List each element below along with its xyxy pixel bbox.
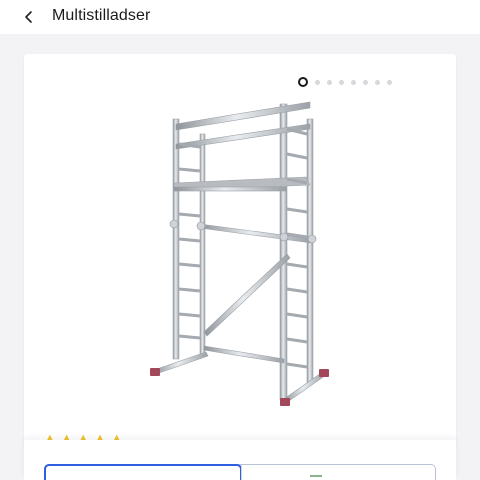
product-card: ▲ ▲ ▲ ▲ ▲	[24, 54, 456, 448]
app-screen: Multistilladser ▲ ▲ ▲ ▲ ▲	[0, 0, 480, 480]
ladder-rungs	[178, 127, 308, 369]
variant-selector	[44, 464, 436, 480]
product-image[interactable]	[134, 74, 354, 422]
back-button[interactable]	[18, 6, 40, 28]
carousel-dot[interactable]	[375, 79, 380, 85]
carousel-dot[interactable]	[387, 79, 392, 85]
variant-option-1[interactable]	[44, 464, 242, 480]
top-bar: Multistilladser	[0, 0, 480, 34]
carousel-dot[interactable]	[363, 79, 368, 85]
scaffold-frame	[153, 101, 327, 404]
page-title: Multistilladser	[52, 7, 151, 24]
variant-option-2[interactable]	[240, 465, 436, 480]
options-panel	[24, 440, 456, 480]
chevron-left-icon	[25, 11, 32, 23]
variant-indicator	[309, 475, 322, 477]
